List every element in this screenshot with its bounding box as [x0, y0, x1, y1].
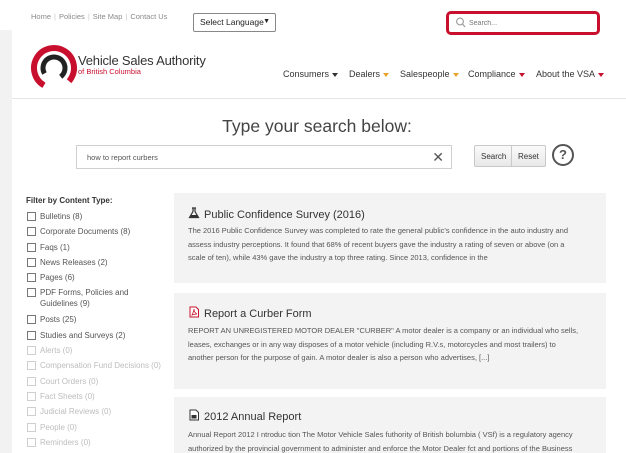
- filter-item: Compensation Fund Decisions (0): [27, 360, 162, 375]
- checkbox: [27, 422, 36, 432]
- reset-button[interactable]: Reset: [511, 145, 546, 167]
- checkbox: [27, 361, 36, 371]
- checkbox[interactable]: [27, 315, 36, 325]
- close-icon[interactable]: ✕: [432, 149, 444, 166]
- result-card: Public Confidence Survey (2016) The 2016…: [174, 193, 606, 283]
- result-snippet: REPORT AN UNREGISTERED MOTOR DEALER "CUR…: [188, 326, 579, 363]
- filter-item[interactable]: Studies and Surveys (2): [27, 330, 162, 345]
- filter-item: People (0): [27, 422, 162, 437]
- main-search-input[interactable]: [87, 151, 407, 164]
- search-heading: Type your search below:: [222, 116, 412, 136]
- top-utility-bar: Home | Policies | Site Map | Contact Us Select…: [0, 0, 626, 40]
- nav-salespeople[interactable]: Salespeople: [400, 69, 459, 83]
- site-map-link[interactable]: Site Map: [93, 12, 123, 21]
- filter-item[interactable]: News Releases (2): [27, 257, 162, 272]
- main-search-box[interactable]: ✕: [76, 145, 452, 169]
- filter-item: Fact Sheets (0): [27, 391, 162, 406]
- nav-consumers[interactable]: Consumers: [283, 69, 339, 83]
- home-link[interactable]: Home: [31, 12, 51, 21]
- caret-down-icon: [452, 72, 459, 77]
- brand-subtitle: of British Columbia: [78, 67, 141, 76]
- caret-down-icon: [518, 72, 525, 77]
- brand-title[interactable]: Vehicle Sales Authority: [78, 53, 206, 68]
- result-card: Report a Curber Form REPORT AN UNREGISTE…: [174, 293, 606, 389]
- utility-links: Home | Policies | Site Map | Contact Us: [31, 12, 168, 21]
- nav-about-the-vsa[interactable]: About the VSA: [536, 69, 605, 83]
- filter-item[interactable]: Faqs (1): [27, 242, 162, 257]
- language-select-label: Select Language: [200, 17, 264, 27]
- checkbox[interactable]: [27, 257, 36, 267]
- filter-item: Judicial Reviews (0): [27, 406, 162, 421]
- result-title[interactable]: Public Confidence Survey (2016): [188, 207, 365, 221]
- filter-item[interactable]: Corporate Documents (8): [27, 226, 162, 241]
- document-icon: [189, 409, 199, 421]
- filter-item[interactable]: Posts (25): [27, 314, 162, 329]
- checkbox[interactable]: [27, 288, 36, 298]
- filter-item: Reminders (0): [27, 437, 162, 452]
- header-divider: [12, 98, 626, 99]
- left-edge-strip: [0, 30, 12, 453]
- result-snippet: The 2016 Public Confidence Survey was co…: [188, 226, 568, 263]
- language-select[interactable]: Select Language ▼: [193, 13, 276, 32]
- filter-item[interactable]: Pages (6): [27, 272, 162, 287]
- site-search-box[interactable]: [446, 11, 600, 35]
- checkbox[interactable]: [27, 242, 36, 252]
- help-icon[interactable]: ?: [552, 144, 574, 166]
- filter-title: Filter by Content Type:: [26, 196, 113, 205]
- search-button[interactable]: Search: [474, 145, 514, 167]
- result-title[interactable]: 2012 Annual Report: [188, 409, 301, 423]
- filter-item[interactable]: Bulletins (8): [27, 211, 162, 226]
- caret-down-icon: [332, 72, 339, 77]
- nav-dealers[interactable]: Dealers: [349, 69, 390, 83]
- flask-icon: [188, 207, 200, 219]
- checkbox: [27, 407, 36, 417]
- result-title[interactable]: Report a Curber Form: [188, 306, 312, 320]
- checkbox[interactable]: [27, 273, 36, 283]
- checkbox[interactable]: [27, 330, 36, 340]
- checkbox: [27, 376, 36, 386]
- checkbox: [27, 391, 36, 401]
- contact-us-link[interactable]: Contact Us: [130, 12, 167, 21]
- policies-link[interactable]: Policies: [59, 12, 85, 21]
- filter-item: Alerts (0): [27, 345, 162, 360]
- checkbox: [27, 437, 36, 447]
- result-snippet: Annual Report 2012 I ntroduc tion The Mo…: [188, 430, 573, 453]
- filter-item[interactable]: PDF Forms, Policies and Guidelines (9): [27, 287, 162, 314]
- checkbox[interactable]: [27, 227, 36, 237]
- filter-item: Court Orders (0): [27, 376, 162, 391]
- checkbox: [27, 346, 36, 356]
- result-card: 2012 Annual Report Annual Report 2012 I …: [174, 397, 606, 453]
- checkbox[interactable]: [27, 212, 36, 221]
- caret-down-icon: [598, 72, 605, 77]
- nav-compliance[interactable]: Compliance: [468, 69, 525, 83]
- vsa-logo-icon[interactable]: [30, 44, 78, 92]
- search-icon: [456, 17, 466, 28]
- pdf-icon: [189, 306, 199, 318]
- filter-list: Bulletins (8) Corporate Documents (8) Fa…: [27, 211, 162, 452]
- site-search-input[interactable]: [469, 17, 589, 29]
- dropdown-arrow-icon: ▼: [263, 18, 270, 25]
- caret-down-icon: [383, 72, 390, 77]
